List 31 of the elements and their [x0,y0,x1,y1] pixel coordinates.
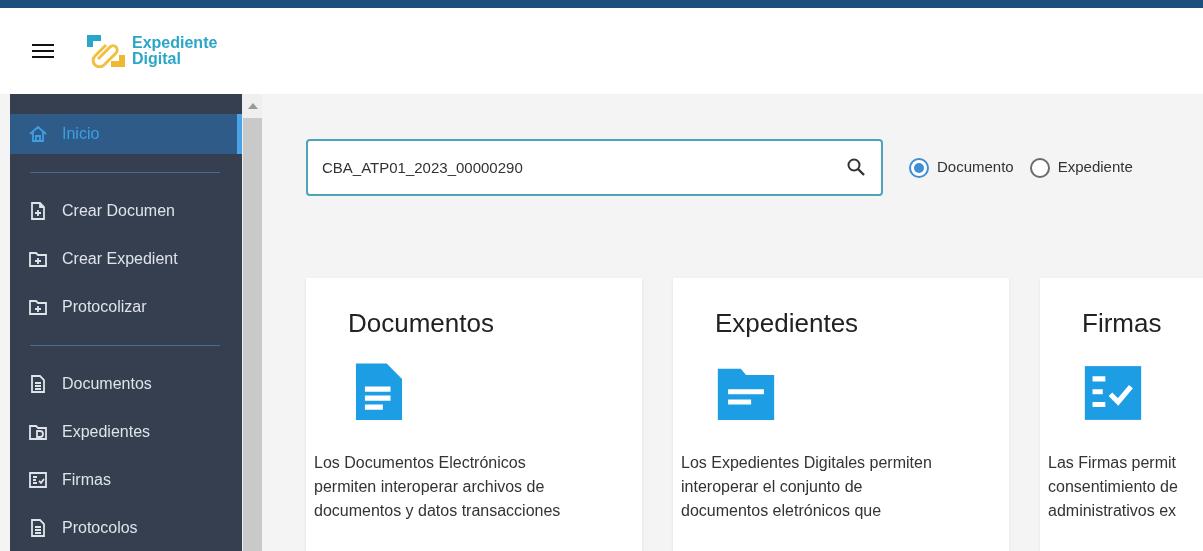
file-plus-icon [28,201,48,221]
logo-text: Digital [132,51,181,67]
sidebar-item[interactable]: Crear Expedient [10,239,242,279]
logo-text: Expediente [132,35,218,51]
document-icon [28,374,48,394]
document-icon [28,518,48,538]
card-description: Los Expedientes Digitales permiten interoperar el conjunto de documentos eletrónicos que [681,453,933,521]
radio-label[interactable]: Documento [937,156,1014,179]
sidebar-item[interactable]: Documentos [10,364,242,404]
folder-icon [28,422,48,442]
checklist-icon [28,470,48,490]
radio-button[interactable] [1029,157,1050,178]
folder-plus-icon [28,297,48,317]
sidebar-item[interactable]: Expedientes [10,412,242,452]
scrollbar[interactable] [242,94,262,551]
card-description: Las Firmas permit consentimiento de administrativos ex [1048,453,1179,521]
card-title: Documentos [348,307,495,340]
search-icon[interactable] [847,158,865,176]
card-title: Firmas [1082,307,1163,340]
card-title: Expedientes [715,307,860,340]
card-description: Los Documentos Electrónicos permiten interoperar archivos de documentos y datos transacciones [314,453,562,521]
sidebar-item[interactable]: Protocolos [10,508,242,548]
menu-icon[interactable] [32,43,54,59]
radio-button[interactable] [909,157,929,178]
folder-plus-icon [28,249,48,269]
sidebar-item[interactable]: Firmas [10,460,242,500]
sidebar-item[interactable]: Crear Documen [10,191,242,231]
radio-label[interactable]: Expediente [1057,156,1133,179]
home-icon [28,124,48,144]
search-field[interactable]: CBA_ATP01_2023_00000290 [306,139,883,196]
sidebar-item[interactable]: Protocolizar [10,287,242,327]
